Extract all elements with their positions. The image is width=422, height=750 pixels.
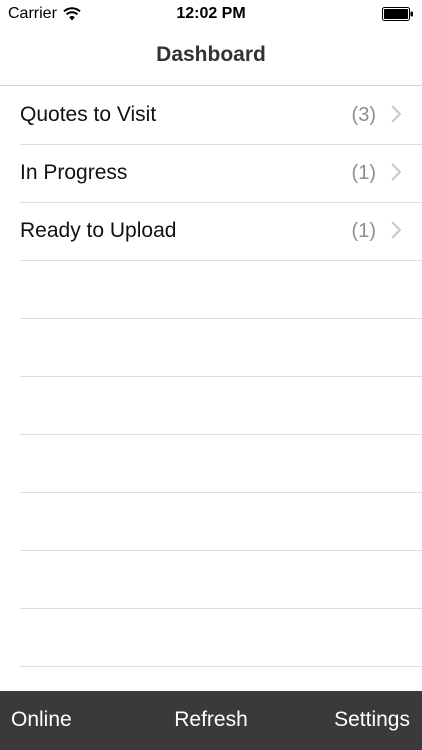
empty-list-row [0, 551, 422, 609]
dashboard-list: Quotes to Visit (3) In Progress (1) Read… [0, 87, 422, 667]
navigation-bar: Dashboard [0, 30, 422, 86]
list-item-count: (3) [351, 104, 376, 126]
battery-icon [382, 7, 413, 21]
chevron-right-icon [391, 105, 401, 123]
empty-list-row [0, 435, 422, 493]
empty-list-row [0, 609, 422, 667]
empty-list-row [0, 493, 422, 551]
empty-list-row [0, 261, 422, 319]
list-item-label: In Progress [20, 161, 128, 184]
chevron-right-icon [391, 163, 401, 181]
settings-button[interactable]: Settings [334, 708, 410, 732]
list-item-label: Ready to Upload [20, 219, 177, 242]
empty-list-row [0, 377, 422, 435]
list-item-count: (1) [351, 220, 376, 242]
list-item-count: (1) [351, 162, 376, 184]
empty-list-row [0, 319, 422, 377]
status-bar: Carrier 12:02 PM [0, 0, 422, 30]
list-item-label: Quotes to Visit [20, 103, 157, 126]
bottom-toolbar: Online Refresh Settings [0, 691, 422, 750]
list-item-quotes-to-visit[interactable]: Quotes to Visit (3) [0, 87, 422, 145]
status-time: 12:02 PM [176, 5, 246, 22]
page-title: Dashboard [156, 43, 266, 66]
list-item-in-progress[interactable]: In Progress (1) [0, 145, 422, 203]
list-item-ready-to-upload[interactable]: Ready to Upload (1) [0, 203, 422, 261]
chevron-right-icon [391, 221, 401, 239]
